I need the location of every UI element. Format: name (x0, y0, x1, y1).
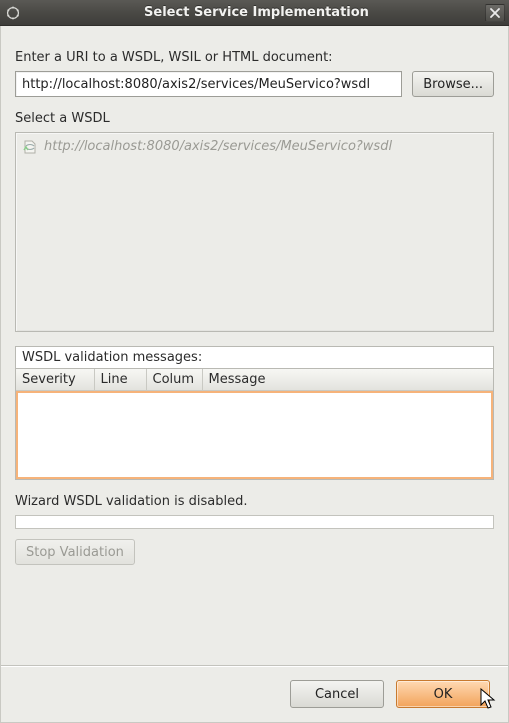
title-bar: Select Service Implementation (0, 0, 509, 26)
col-message[interactable]: Message (202, 369, 493, 391)
validation-progress (15, 515, 494, 529)
close-button[interactable] (485, 4, 505, 22)
uri-row: Browse... (15, 71, 494, 97)
col-column[interactable]: Colum (146, 369, 202, 391)
col-line[interactable]: Line (94, 369, 146, 391)
dialog-footer: Cancel OK (1, 666, 508, 722)
dialog-client: Enter a URI to a WSDL, WSIL or HTML docu… (0, 26, 509, 723)
browse-button[interactable]: Browse... (412, 71, 494, 97)
uri-label: Enter a URI to a WSDL, WSIL or HTML docu… (15, 50, 494, 65)
wsdl-file-icon (22, 140, 38, 154)
close-icon (490, 8, 500, 18)
uri-input[interactable] (15, 71, 402, 97)
stop-validation-button: Stop Validation (15, 539, 135, 565)
app-icon (4, 4, 22, 22)
validation-section-label: WSDL validation messages: (15, 346, 494, 368)
ok-button[interactable]: OK (396, 680, 490, 708)
window-title: Select Service Implementation (28, 5, 485, 20)
wsdl-select-label: Select a WSDL (15, 111, 494, 126)
validation-messages-body[interactable] (16, 391, 493, 479)
validation-status: Wizard WSDL validation is disabled. (15, 494, 494, 509)
wsdl-list-item[interactable]: http://localhost:8080/axis2/services/Meu… (22, 137, 487, 156)
cancel-button[interactable]: Cancel (290, 680, 384, 708)
col-severity[interactable]: Severity (16, 369, 94, 391)
wsdl-list[interactable]: http://localhost:8080/axis2/services/Meu… (15, 132, 494, 332)
validation-table: Severity Line Colum Message (15, 368, 494, 480)
wsdl-list-item-text: http://localhost:8080/axis2/services/Meu… (44, 139, 392, 154)
